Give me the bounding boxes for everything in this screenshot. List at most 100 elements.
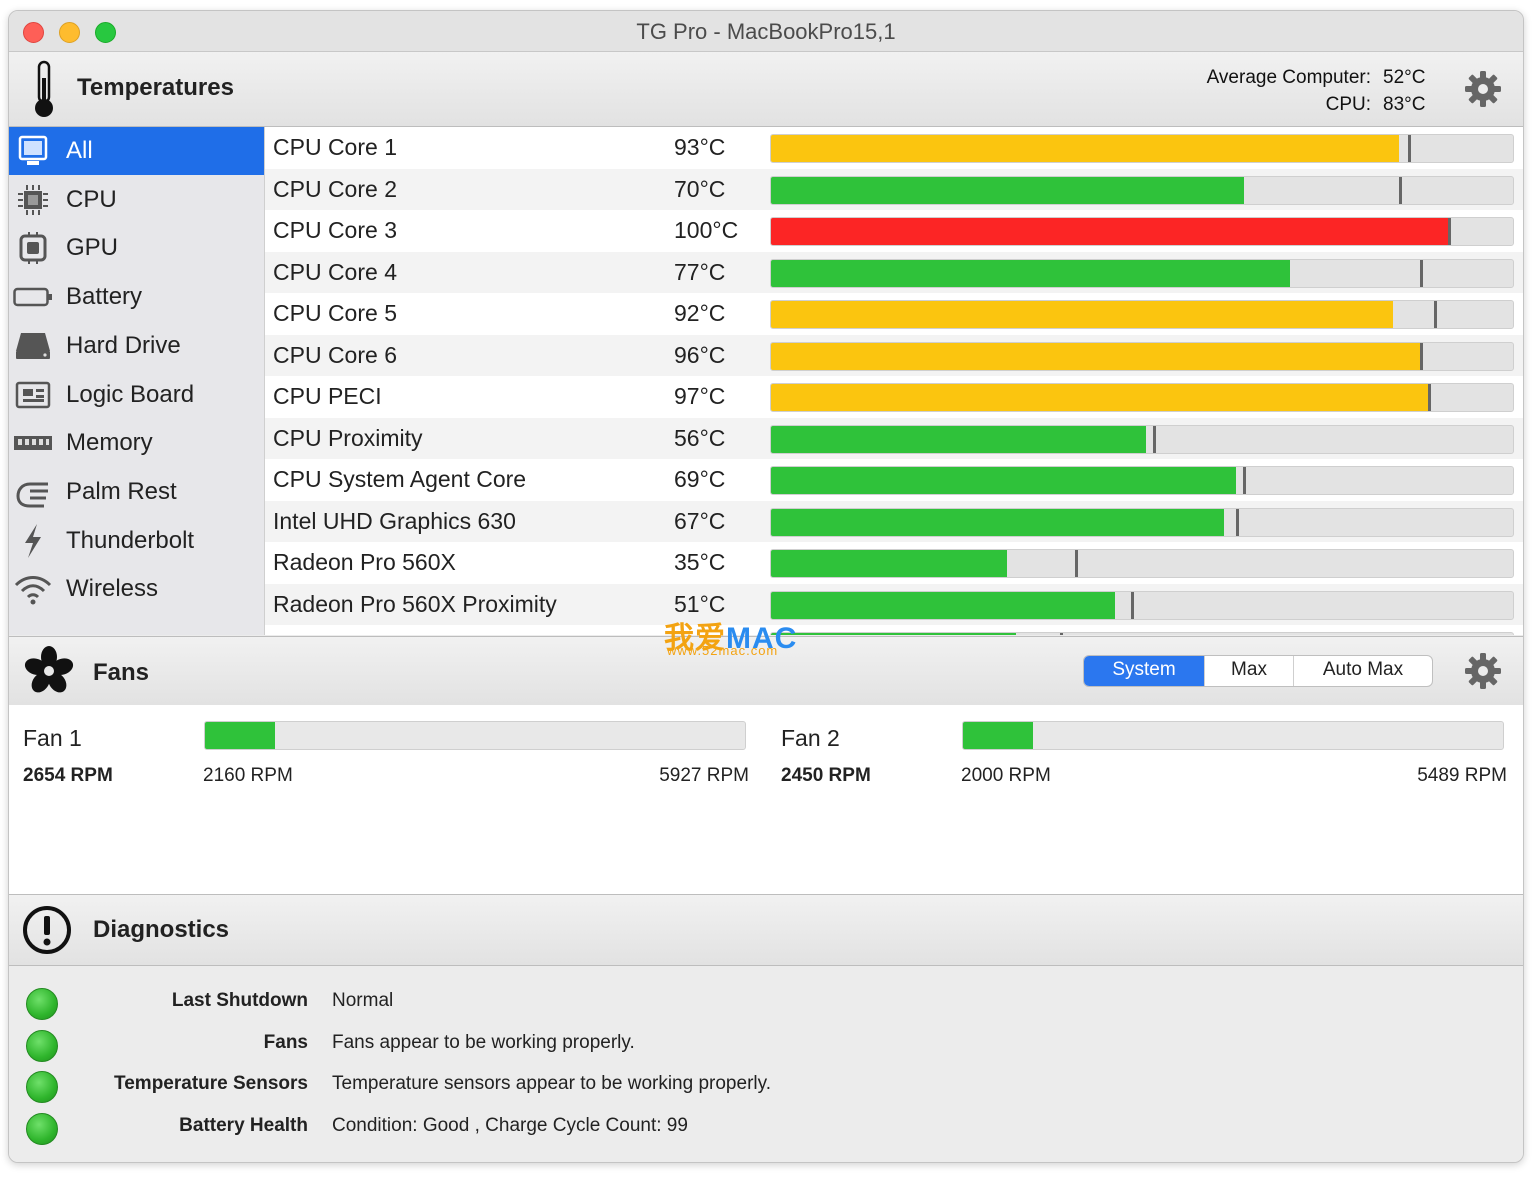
temperatures-header: Temperatures Average Computer: 52°C CPU: 8… [9,52,1523,127]
sensor-temperature-fill [771,135,1400,162]
fan-min-rpm: 2160 RPM [203,765,293,786]
sensor-row[interactable]: Radeon Pro 560X Proximity 51°C [265,583,1523,625]
sidebar-item-palm-rest[interactable]: Palm Rest [9,468,264,516]
sidebar-item-all[interactable]: All [9,127,264,175]
temperatures-title: Temperatures [77,74,234,101]
sensor-temperature-bar [770,424,1514,454]
sidebar-item-battery[interactable]: Battery [9,273,264,321]
sidebar-item-gpu[interactable]: GPU [9,224,264,272]
sensor-temperature-list[interactable]: CPU Core 1 93°C CPU Core 2 70°C CPU Core 3 10… [265,127,1523,635]
watermark-url: www.52mac.com [667,643,779,658]
sensor-temperature-fill [771,508,1224,536]
sidebar-item-logic-board[interactable]: Logic Board [9,371,264,419]
sensor-name: CPU Core 5 [273,300,397,326]
sensor-name: CPU Core 1 [273,134,397,160]
sensor-max-marker [1420,342,1424,370]
sensor-temperature-fill [771,301,1393,328]
sensor-name: Radeon Pro 560X Proximity [273,590,557,617]
battery-icon [13,281,53,313]
sensor-temperature: 67°C [674,507,726,534]
average-computer-label: Average Computer: [1206,67,1371,88]
sensor-temperature-bar [770,466,1514,495]
diagnostics-header: Diagnostics [9,895,1523,966]
diagnostic-label: Last Shutdown [171,990,308,1011]
fan-mode-auto-max[interactable]: Auto Max [1293,656,1432,686]
sensor-row[interactable]: CPU System Agent Core 69°C [265,459,1523,501]
sensor-name: CPU Proximity [273,424,423,451]
sensor-temperature-bar [770,549,1514,578]
sidebar-item-label: Palm Rest [66,477,177,505]
sensor-name: CPU Core 4 [273,258,397,285]
sidebar-item-thunderbolt[interactable]: Thunderbolt [9,517,264,565]
sensor-temperature-bar [770,175,1514,205]
sensor-row[interactable]: CPU PECI 97°C [265,376,1523,418]
sensor-row[interactable]: CPU Core 1 93°C [265,127,1523,169]
sensor-temperature-bar [770,632,1514,635]
sensor-max-marker [1130,591,1134,619]
fan-speed-fill [205,722,276,749]
fan-speed-fill [963,722,1034,749]
sidebar-item-label: CPU [66,185,117,213]
sensor-row[interactable]: CPU Core 2 70°C [265,168,1523,210]
sidebar-item-label: Hard Drive [66,331,181,359]
sensor-temperature: 96°C [674,341,726,368]
diagnostic-row-last-shutdown: Last Shutdown Normal [9,984,1523,1024]
sensor-temperature: 70°C [674,175,726,202]
computer-icon [13,135,53,167]
sensor-temperature: 69°C [674,466,726,492]
sidebar-item-hard-drive[interactable]: Hard Drive [9,322,264,370]
sensor-row[interactable]: Radeon Pro 560X 35°C [265,542,1523,584]
fans-title: Fans [93,659,150,686]
alert-circle-icon [23,906,71,954]
sensor-temperature: 56°C [674,424,726,451]
temperatures-settings-gear-icon[interactable] [1463,69,1503,109]
sensor-temperature: 100°C [674,217,739,243]
sensor-temperature-fill [771,467,1237,494]
sensor-row[interactable]: CPU Core 4 77°C [265,251,1523,293]
sensor-row[interactable]: CPU Core 5 92°C [265,293,1523,335]
sensor-name: CPU Core 2 [273,175,397,202]
sensor-row[interactable] [265,625,1523,635]
sidebar-item-wireless[interactable]: Wireless [9,565,264,613]
sensor-temperature: 92°C [674,300,726,326]
fan-min-rpm: 2000 RPM [961,765,1051,786]
sidebar-item-label: Wireless [66,575,159,603]
fan-max-rpm: 5489 RPM [1417,765,1507,786]
diagnostic-value: Normal [332,990,394,1011]
diagnostic-row-fans: Fans Fans appear to be working properly. [9,1026,1523,1066]
sensor-temperature-fill [771,218,1449,245]
sensor-row[interactable]: Intel UHD Graphics 630 67°C [265,500,1523,542]
sensor-temperature: 97°C [674,383,726,409]
sensor-temperature-bar [770,258,1514,288]
diagnostics-title: Diagnostics [93,916,230,943]
sidebar-item-memory[interactable]: Memory [9,419,264,467]
sensor-max-marker [1236,508,1240,536]
tg-pro-window: TG Pro - MacBookPro15,1 Temperatures Ave… [8,10,1524,1163]
sensor-max-marker [1153,425,1157,453]
thermometer-icon [35,60,53,117]
memory-icon [13,427,53,459]
fan-mode-max[interactable]: Max [1204,656,1293,686]
diagnostic-row-temperature-sensors: Temperature Sensors Temperature sensors … [9,1067,1523,1107]
sidebar-item-label: Battery [66,283,143,311]
diagnostic-value: Fans appear to be working properly. [332,1031,635,1053]
status-ok-indicator-icon [26,988,58,1020]
sensor-max-marker [1399,176,1403,204]
sidebar-item-cpu[interactable]: CPU [9,176,264,224]
sensor-temperature-bar [770,300,1514,329]
sensor-row[interactable]: CPU Proximity 56°C [265,417,1523,459]
sensor-temperature-bar [770,590,1514,620]
fan-name: Fan 2 [781,725,840,751]
fans-panel: Fan 1 2654 RPM 2160 RPM 5927 RPM Fan 2 2… [9,705,1523,895]
sensor-row[interactable]: CPU Core 6 96°C [265,334,1523,376]
sensor-name: CPU Core 6 [273,341,397,368]
fan-mode-system[interactable]: System [1084,656,1204,686]
status-ok-indicator-icon [26,1071,58,1103]
sensor-row[interactable]: CPU Core 3 100°C [265,210,1523,252]
fans-settings-gear-icon[interactable] [1463,651,1503,691]
gpu-chip-icon [13,232,53,265]
average-cpu-label: CPU: [1325,94,1371,115]
sensor-temperature-fill [771,591,1116,619]
fan-1-row: Fan 1 2654 RPM 2160 RPM 5927 RPM [9,705,749,805]
sensor-name: Intel UHD Graphics 630 [273,507,516,534]
